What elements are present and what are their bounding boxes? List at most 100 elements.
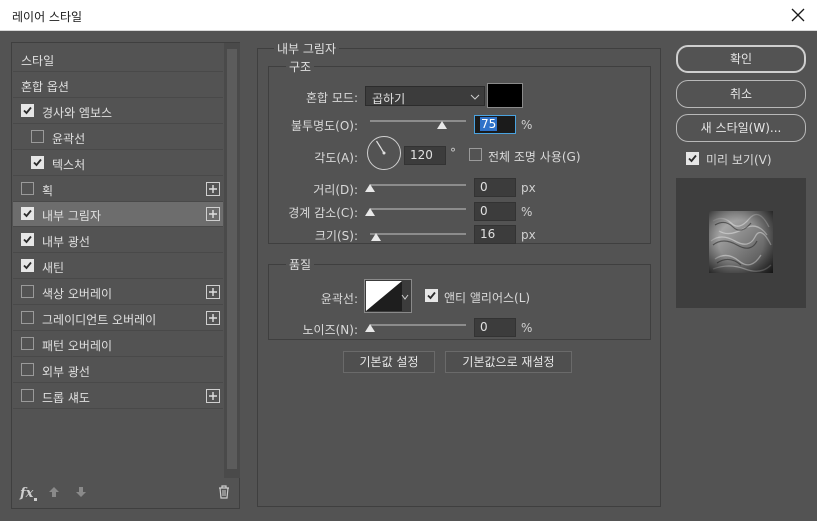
style-item-checkbox[interactable]	[21, 103, 34, 117]
blend-mode-label: 혼합 모드:	[305, 91, 358, 105]
choke-slider-track[interactable]	[370, 208, 466, 210]
contour-label: 윤곽선:	[320, 292, 358, 306]
style-item-label: 획	[42, 183, 54, 198]
close-icon[interactable]	[785, 3, 811, 27]
opacity-slider-track[interactable]	[370, 120, 466, 122]
add-effect-icon[interactable]	[206, 207, 220, 222]
move-down-icon[interactable]	[75, 486, 87, 501]
style-item-label: 새틴	[42, 261, 65, 276]
style-item-checkbox[interactable]	[21, 259, 34, 273]
style-item-checkbox[interactable]	[21, 233, 34, 247]
fx-icon[interactable]: fx	[20, 486, 33, 501]
anti-alias-checkbox[interactable]	[425, 289, 438, 302]
chevron-down-icon	[470, 91, 480, 105]
ok-button[interactable]: 확인	[676, 45, 806, 73]
add-effect-icon[interactable]	[206, 285, 220, 300]
style-item-label: 윤곽선	[52, 131, 86, 146]
distance-slider-track[interactable]	[370, 184, 466, 186]
window-title: 레이어 스타일	[12, 10, 83, 24]
style-item-checkbox[interactable]	[21, 285, 34, 299]
style-item-checkbox[interactable]	[21, 181, 34, 195]
global-light-checkbox[interactable]	[469, 148, 482, 161]
quality-title: 품질	[286, 256, 315, 273]
style-item-checkbox[interactable]	[21, 388, 34, 402]
scrollbar-thumb[interactable]	[227, 49, 237, 469]
style-preview	[676, 178, 806, 308]
opacity-unit: %	[521, 118, 533, 132]
style-item-label: 혼합 옵션	[21, 79, 69, 94]
structure-title: 구조	[286, 58, 315, 75]
style-item-checkbox[interactable]	[21, 207, 34, 221]
chevron-down-icon	[401, 290, 409, 304]
style-item-checkbox[interactable]	[21, 362, 34, 376]
trash-icon[interactable]	[218, 485, 230, 502]
add-effect-icon[interactable]	[206, 388, 220, 403]
style-item[interactable]: 윤곽선	[13, 125, 223, 150]
add-effect-icon[interactable]	[206, 181, 220, 196]
style-item[interactable]: 스타일	[13, 47, 223, 72]
style-item[interactable]: 드롭 섀도	[13, 384, 223, 409]
set-default-button[interactable]: 기본값 설정	[343, 351, 435, 373]
preview-thumbnail	[709, 211, 773, 273]
anti-alias-label[interactable]: 앤티 앨리어스(L)	[444, 289, 530, 306]
angle-dial[interactable]	[367, 136, 401, 170]
contour-picker[interactable]	[364, 279, 412, 313]
choke-slider-thumb[interactable]	[365, 208, 375, 216]
choke-unit: %	[521, 205, 533, 219]
opacity-input[interactable]: 75	[474, 115, 516, 134]
style-item-checkbox[interactable]	[21, 311, 34, 324]
choke-label: 경계 감소(C):	[288, 206, 358, 220]
add-effect-icon[interactable]	[206, 311, 220, 325]
preview-checkbox[interactable]	[686, 152, 699, 165]
style-item[interactable]: 혼합 옵션	[13, 73, 223, 98]
blend-mode-select[interactable]: 곱하기	[365, 86, 485, 106]
style-item[interactable]: 패턴 오버레이	[13, 332, 223, 357]
opacity-slider-thumb[interactable]	[437, 121, 447, 129]
size-slider-thumb[interactable]	[370, 233, 381, 241]
style-item-label: 스타일	[21, 54, 55, 68]
style-item-label: 색상 오버레이	[42, 287, 113, 302]
new-style-button[interactable]: 새 스타일(W)...	[676, 114, 806, 142]
style-item-label: 경사와 엠보스	[42, 105, 113, 120]
shadow-color-swatch[interactable]	[487, 83, 523, 108]
reset-default-button[interactable]: 기본값으로 재설정	[445, 351, 572, 373]
style-item[interactable]: 텍스처	[13, 151, 223, 176]
style-item-label: 그레이디언트 오버레이	[42, 313, 157, 327]
noise-slider-track[interactable]	[370, 324, 466, 326]
style-item-checkbox[interactable]	[31, 129, 44, 143]
noise-unit: %	[521, 321, 533, 335]
size-input[interactable]: 16	[474, 225, 516, 244]
style-item[interactable]: 획	[13, 177, 223, 202]
angle-input[interactable]: 120	[404, 146, 446, 165]
distance-slider-thumb[interactable]	[365, 184, 375, 192]
style-list-scrollbar[interactable]	[224, 43, 240, 478]
style-list-panel: 스타일혼합 옵션경사와 엠보스윤곽선텍스처획내부 그림자내부 광선새틴색상 오버…	[11, 42, 240, 509]
preview-label[interactable]: 미리 보기(V)	[706, 151, 772, 168]
title-bar: 레이어 스타일	[0, 0, 817, 31]
style-item-label: 내부 그림자	[42, 209, 102, 224]
style-item[interactable]: 내부 광선	[13, 228, 223, 254]
global-light-label[interactable]: 전체 조명 사용(G)	[488, 148, 581, 165]
distance-input[interactable]: 0	[474, 178, 516, 197]
cancel-button[interactable]: 취소	[676, 80, 806, 108]
style-item[interactable]: 그레이디언트 오버레이	[13, 306, 223, 331]
noise-slider-thumb[interactable]	[365, 324, 375, 332]
noise-input[interactable]: 0	[474, 318, 516, 337]
move-up-icon[interactable]	[48, 486, 60, 501]
style-item-checkbox[interactable]	[31, 155, 44, 169]
blend-mode-value: 곱하기	[372, 92, 406, 106]
style-item[interactable]: 외부 광선	[13, 358, 223, 383]
style-item[interactable]: 경사와 엠보스	[13, 99, 223, 124]
size-slider-track[interactable]	[370, 233, 466, 235]
style-item[interactable]: 새틴	[13, 254, 223, 280]
choke-input[interactable]: 0	[474, 202, 516, 221]
style-item-checkbox[interactable]	[21, 336, 34, 350]
style-item[interactable]: 내부 그림자	[13, 202, 223, 228]
noise-label: 노이즈(N):	[302, 323, 358, 337]
opacity-value: 75	[480, 117, 498, 131]
opacity-label: 불투명도(O):	[290, 119, 358, 133]
style-item[interactable]: 색상 오버레이	[13, 280, 223, 306]
size-label: 크기(S):	[314, 229, 358, 243]
angle-unit: °	[450, 146, 456, 160]
fx-menu-indicator	[34, 498, 37, 501]
